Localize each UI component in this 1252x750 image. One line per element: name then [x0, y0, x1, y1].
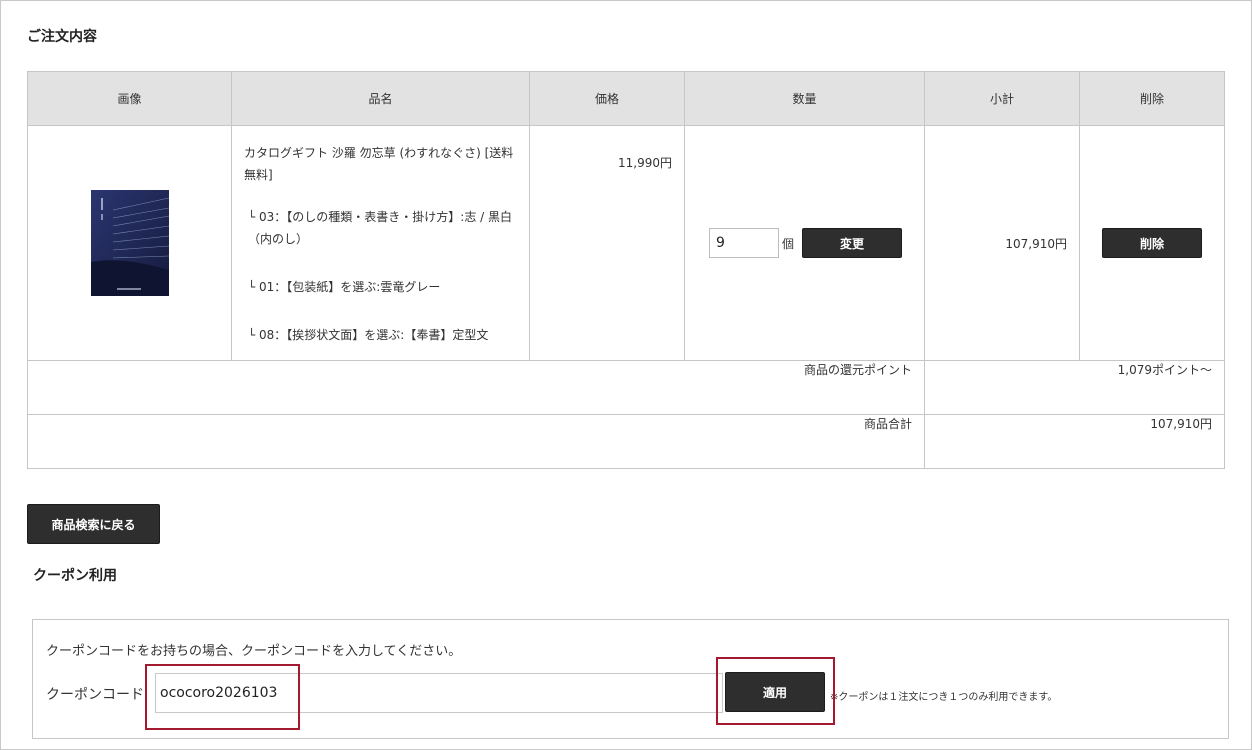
- coupon-code-label: クーポンコード: [46, 687, 144, 703]
- header-name: 品名: [231, 71, 530, 126]
- image-cell: [27, 125, 232, 361]
- points-label: 商品の還元ポイント: [27, 360, 925, 415]
- total-row: 商品合計 107,910円: [27, 414, 1225, 469]
- name-cell: カタログギフト 沙羅 勿忘草 (わすれなぐさ) [送料無料] └ 03：【のしの…: [231, 125, 530, 361]
- subtotal-cell: 107,910円: [924, 125, 1080, 361]
- table-header-row: 画像 品名 価格 数量 小計 削除: [27, 71, 1225, 126]
- option-greeting: └ 08：【挨拶状文面】を選ぶ:【奉書】定型文: [248, 328, 489, 342]
- coupon-description: クーポンコードをお持ちの場合、クーポンコードを入力してください。: [46, 644, 462, 659]
- header-subtotal: 小計: [924, 71, 1080, 126]
- header-price: 価格: [529, 71, 685, 126]
- order-section-title: ご注文内容: [27, 29, 97, 45]
- product-thumbnail[interactable]: [90, 190, 169, 296]
- delete-button[interactable]: 削除: [1102, 228, 1202, 258]
- header-image: 画像: [27, 71, 232, 126]
- quantity-unit: 個: [782, 236, 795, 251]
- points-row: 商品の還元ポイント 1,079ポイント〜: [27, 360, 1225, 415]
- option-noshi: └ 03：【のしの種類・表書き・掛け方】:志 / 黒白（内のし）: [248, 210, 513, 246]
- price-cell: 11,990円: [529, 125, 685, 361]
- option-wrapping: └ 01：【包装紙】を選ぶ:雲竜グレー: [248, 280, 441, 294]
- order-table: 画像 品名 価格 数量 小計 削除 カタログギフト 沙羅 勿忘草 (わすれなぐさ…: [27, 71, 1225, 469]
- delete-cell: 削除: [1079, 125, 1225, 361]
- quantity-cell: 個 変更: [684, 125, 925, 361]
- product-name: カタログギフト 沙羅 勿忘草 (わすれなぐさ) [送料無料]: [244, 146, 514, 182]
- header-quantity: 数量: [684, 71, 925, 126]
- total-value: 107,910円: [924, 414, 1225, 469]
- highlight-apply-button: [716, 657, 835, 725]
- coupon-section-title: クーポン利用: [33, 568, 117, 584]
- change-quantity-button[interactable]: 変更: [802, 228, 903, 258]
- total-label: 商品合計: [27, 414, 925, 469]
- table-row: カタログギフト 沙羅 勿忘草 (わすれなぐさ) [送料無料] └ 03：【のしの…: [27, 125, 1225, 361]
- back-to-search-button[interactable]: 商品検索に戻る: [27, 504, 160, 544]
- quantity-input[interactable]: [709, 228, 779, 258]
- highlight-coupon-input: [145, 664, 300, 730]
- coupon-note: ※クーポンは１注文につき１つのみ利用できます。: [830, 692, 1058, 703]
- header-delete: 削除: [1079, 71, 1225, 126]
- points-value: 1,079ポイント〜: [924, 360, 1225, 415]
